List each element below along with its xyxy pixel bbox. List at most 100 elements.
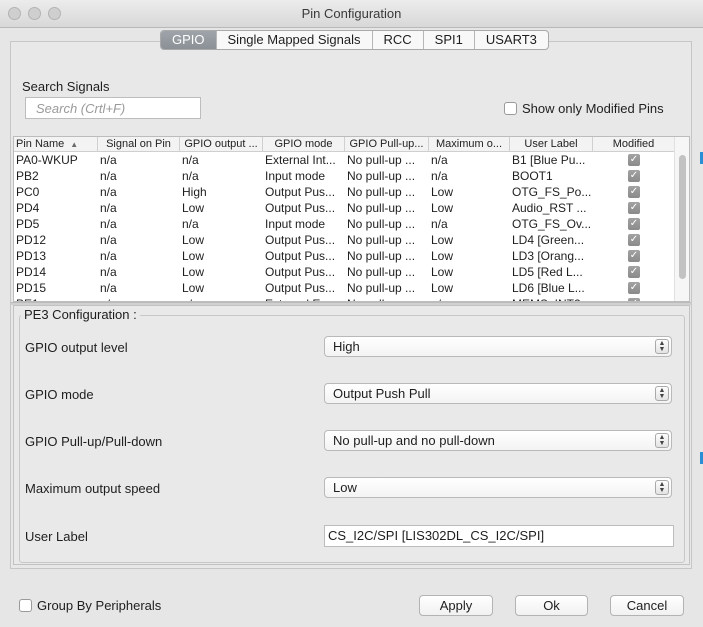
ok-button[interactable]: Ok [515, 595, 588, 616]
table-cell: Audio_RST ... [512, 201, 587, 215]
column-header-signal-on-pin[interactable]: Signal on Pin [98, 137, 180, 151]
table-row[interactable]: PA0-WKUP n/a n/a External Int... No pull-up … [14, 152, 675, 168]
group-by-label: Group By Peripherals [37, 598, 162, 613]
table-cell: LD6 [Blue L... [512, 281, 585, 295]
table-cell: Low [182, 281, 205, 295]
modified-checkbox-icon[interactable]: ✓ [628, 250, 640, 262]
tab-spi1[interactable]: SPI1 [424, 31, 475, 49]
apply-button[interactable]: Apply [419, 595, 493, 616]
column-header-gpio-mode[interactable]: GPIO mode [263, 137, 345, 151]
table-cell: n/a [431, 169, 448, 183]
tab-bar: GPIO Single Mapped Signals RCC SPI1 USAR… [160, 30, 549, 50]
cancel-button[interactable]: Cancel [610, 595, 684, 616]
modified-checkbox-icon[interactable]: ✓ [628, 154, 640, 166]
table-cell: n/a [100, 217, 117, 231]
pull-value: No pull-up and no pull-down [333, 433, 495, 448]
column-header-modified[interactable]: Modified [593, 137, 675, 151]
table-cell: No pull-up ... [347, 201, 416, 215]
table-cell: No pull-up ... [347, 153, 416, 167]
checkbox-box[interactable] [19, 599, 32, 613]
table-row[interactable]: PD14 n/a Low Output Pus... No pull-up ... Low… [14, 264, 675, 280]
table-cell: PD4 [16, 201, 40, 215]
show-modified-pins-checkbox[interactable]: Show only Modified Pins [504, 101, 664, 116]
tab-usart3[interactable]: USART3 [475, 31, 548, 49]
table-cell: n/a [100, 249, 117, 263]
select-arrows-icon: ▲ ▼ [655, 339, 669, 354]
modified-checkbox-icon[interactable]: ✓ [628, 282, 640, 294]
table-cell: Low [431, 265, 454, 279]
speed-label: Maximum output speed [25, 481, 161, 496]
modified-cell: ✓ [593, 168, 675, 184]
table-cell: LD5 [Red L... [512, 265, 583, 279]
tab-rcc[interactable]: RCC [373, 31, 424, 49]
tab-gpio[interactable]: GPIO [161, 31, 217, 49]
table-cell: n/a [100, 265, 117, 279]
select-arrows-icon: ▲ ▼ [655, 480, 669, 495]
table-cell: Output Pus... [265, 265, 336, 279]
table-row[interactable]: PD5 n/a n/a Input mode No pull-up ... n/a OTG_… [14, 216, 675, 232]
table-header: Pin Name ▲ Signal on Pin GPIO output ... … [14, 137, 675, 152]
modified-checkbox-icon[interactable]: ✓ [628, 202, 640, 214]
checkbox-box[interactable] [504, 102, 517, 116]
modified-cell: ✓ [593, 232, 675, 248]
table-cell: Low [182, 249, 205, 263]
table-cell: Low [431, 281, 454, 295]
modified-checkbox-icon[interactable]: ✓ [628, 218, 640, 230]
table-cell: OTG_FS_Ov... [512, 217, 592, 231]
modified-cell: ✓ [593, 248, 675, 264]
modified-cell: ✓ [593, 200, 675, 216]
pull-select[interactable]: No pull-up and no pull-down ▲ ▼ [324, 430, 672, 451]
pull-label: GPIO Pull-up/Pull-down [25, 434, 163, 449]
table-row[interactable]: PC0 n/a High Output Pus... No pull-up ... Low… [14, 184, 675, 200]
column-header-maximum-output[interactable]: Maximum o... [429, 137, 510, 151]
table-cell: PD15 [16, 281, 47, 295]
table-cell: Input mode [265, 217, 326, 231]
table-row[interactable]: PD12 n/a Low Output Pus... No pull-up ... Low… [14, 232, 675, 248]
scrollbar-thumb[interactable] [679, 155, 686, 279]
modified-checkbox-icon[interactable]: ✓ [628, 170, 640, 182]
search-label: Search Signals [22, 79, 110, 94]
search-input[interactable]: Search (Crtl+F) [25, 97, 201, 119]
column-header-pin-name[interactable]: Pin Name ▲ [14, 137, 98, 151]
table-cell: n/a [100, 185, 117, 199]
table-row[interactable]: PB2 n/a n/a Input mode No pull-up ... n/a BOOT… [14, 168, 675, 184]
modified-cell: ✓ [593, 264, 675, 280]
table-cell: LD3 [Orang... [512, 249, 585, 263]
table-cell: B1 [Blue Pu... [512, 153, 586, 167]
table-cell: n/a [182, 217, 199, 231]
group-by-peripherals-checkbox[interactable]: Group By Peripherals [19, 598, 161, 613]
column-header-gpio-pull[interactable]: GPIO Pull-up... [345, 137, 429, 151]
table-cell: No pull-up ... [347, 281, 416, 295]
table-cell: PD13 [16, 249, 47, 263]
table-cell: n/a [100, 233, 117, 247]
column-header-user-label[interactable]: User Label [510, 137, 593, 151]
modified-checkbox-icon[interactable]: ✓ [628, 266, 640, 278]
table-cell: No pull-up ... [347, 265, 416, 279]
table-row[interactable]: PD15 n/a Low Output Pus... No pull-up ... Low… [14, 280, 675, 296]
table-cell: n/a [431, 153, 448, 167]
show-modified-label: Show only Modified Pins [522, 101, 664, 116]
gpio-mode-value: Output Push Pull [333, 386, 431, 401]
table-row[interactable]: PD13 n/a Low Output Pus... No pull-up ... Low… [14, 248, 675, 264]
column-header-gpio-output[interactable]: GPIO output ... [180, 137, 263, 151]
table-cell: PD12 [16, 233, 47, 247]
modified-checkbox-icon[interactable]: ✓ [628, 186, 640, 198]
table-cell: n/a [182, 169, 199, 183]
table-cell: n/a [100, 153, 117, 167]
table-scrollbar[interactable] [674, 137, 689, 301]
user-label-label: User Label [25, 529, 88, 544]
speed-select[interactable]: Low ▲ ▼ [324, 477, 672, 498]
tab-single-mapped-signals[interactable]: Single Mapped Signals [217, 31, 373, 49]
user-label-field[interactable]: CS_I2C/SPI [LIS302DL_CS_I2C/SPI] [324, 525, 674, 547]
output-level-select[interactable]: High ▲ ▼ [324, 336, 672, 357]
gpio-mode-select[interactable]: Output Push Pull ▲ ▼ [324, 383, 672, 404]
table-cell: Output Pus... [265, 281, 336, 295]
table-cell: PB2 [16, 169, 39, 183]
modified-checkbox-icon[interactable]: ✓ [628, 234, 640, 246]
table-cell: No pull-up ... [347, 249, 416, 263]
table-row[interactable]: PD4 n/a Low Output Pus... No pull-up ... Low A… [14, 200, 675, 216]
table-cell: No pull-up ... [347, 233, 416, 247]
table-cell: Low [431, 185, 454, 199]
table-cell: n/a [100, 281, 117, 295]
table-cell: Output Pus... [265, 201, 336, 215]
